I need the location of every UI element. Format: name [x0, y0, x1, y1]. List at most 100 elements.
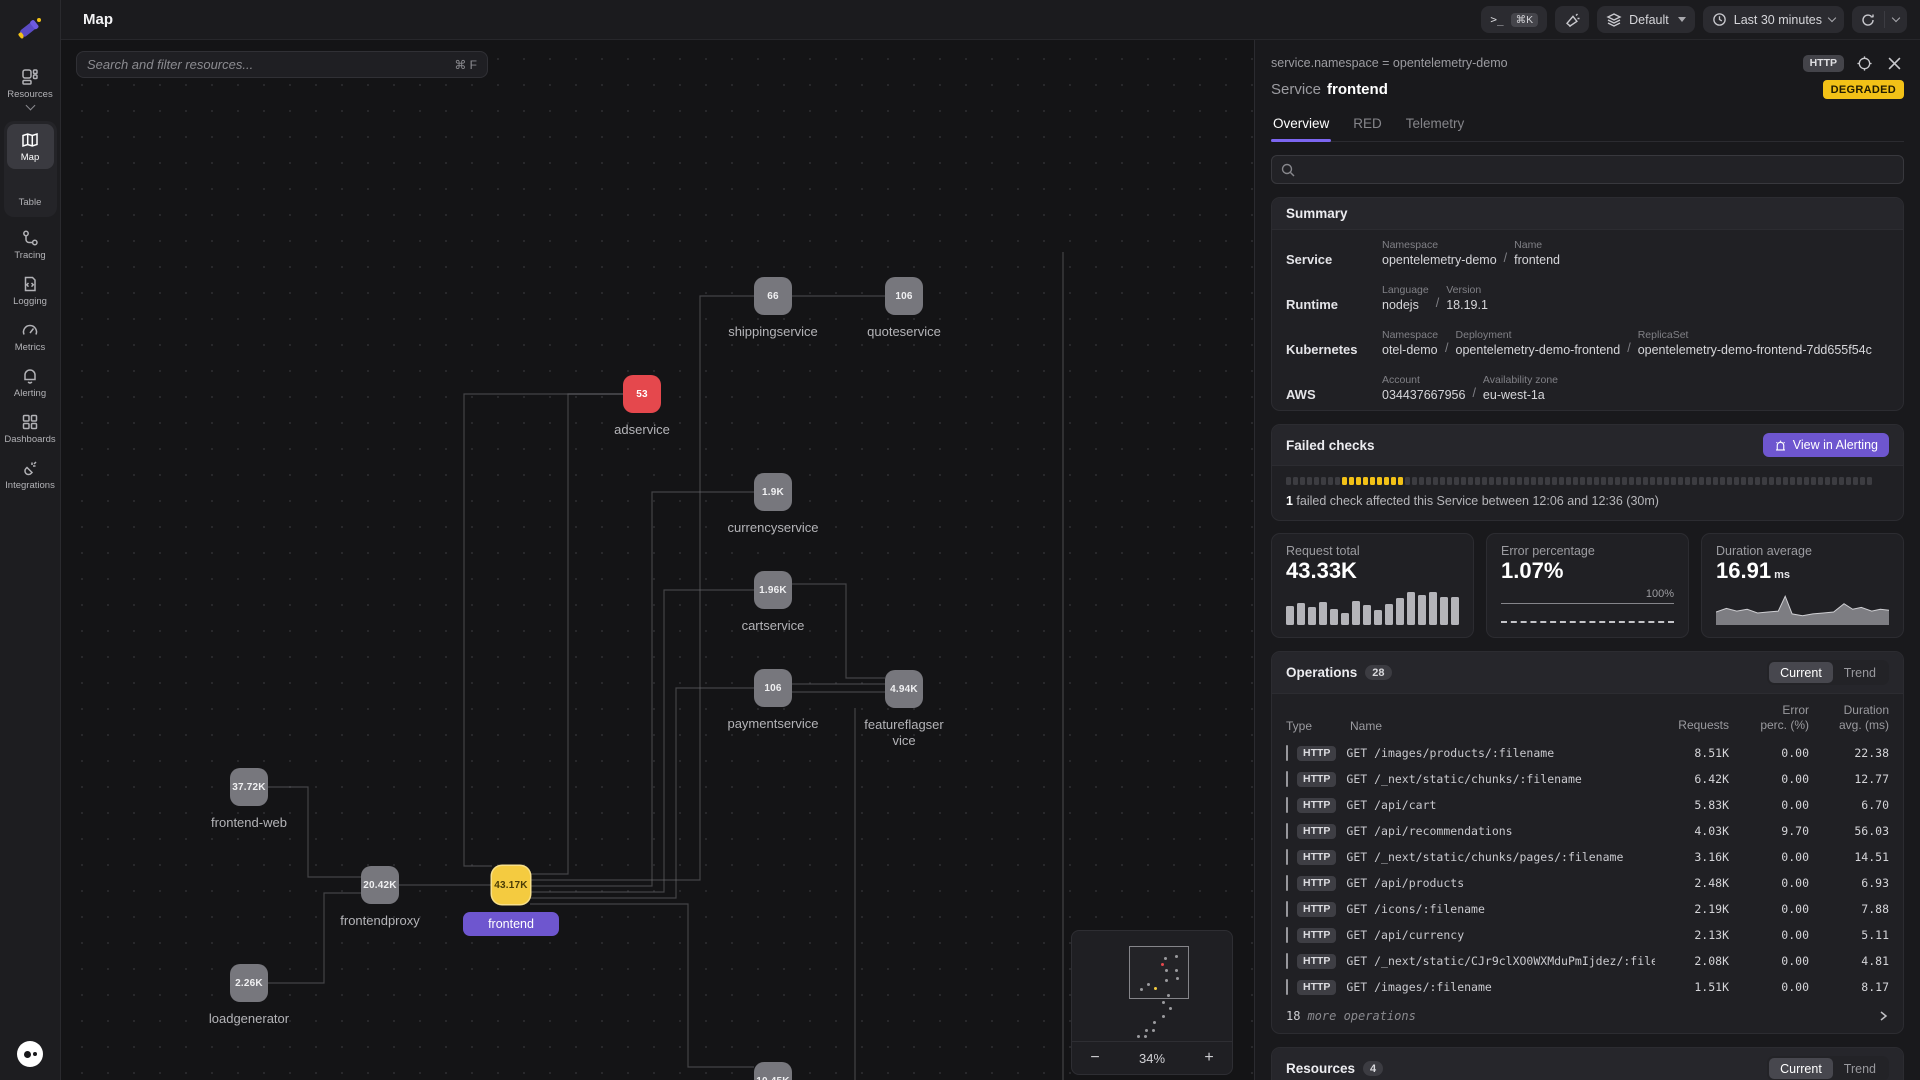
shortcut-badge: ⌘K [1511, 13, 1539, 27]
row-indicator [1286, 979, 1288, 995]
announce-button[interactable] [1555, 6, 1589, 33]
panel-tabs: Overview RED Telemetry [1271, 116, 1904, 142]
check-segment [1286, 477, 1291, 485]
request-total-chart [1286, 588, 1459, 625]
minimap-viewport[interactable] [1129, 946, 1189, 999]
operation-name: GET /_next/static/chunks/pages/:filename [1346, 850, 1655, 864]
check-segment [1741, 477, 1746, 485]
close-panel-button[interactable] [1884, 53, 1904, 73]
sidebar-item-table[interactable]: Table [7, 169, 54, 214]
tab-overview[interactable]: Overview [1273, 116, 1329, 141]
check-segment [1594, 477, 1599, 485]
check-segment [1328, 477, 1333, 485]
sidebar-item-tracing[interactable]: Tracing [0, 222, 60, 268]
summary-field: ReplicaSetopentelemetry-demo-frontend-7d… [1638, 329, 1872, 357]
operation-type-badge: HTTP [1297, 798, 1336, 813]
summary-card: Summary ServiceNamespaceopentelemetry-de… [1271, 197, 1904, 411]
operation-requests: 2.48K [1655, 876, 1729, 890]
minimap-node-dot [1140, 988, 1143, 991]
map-node-featureflagservice[interactable]: 4.94K [885, 670, 923, 708]
map-node-currencyservice[interactable]: 1.9K [754, 473, 792, 511]
map-search-input[interactable]: Search and filter resources... ⌘ F [76, 51, 488, 78]
operation-row[interactable]: HTTPGET /_next/static/chunks/pages/:file… [1272, 844, 1903, 870]
failed-checks-timeline[interactable] [1286, 477, 1889, 485]
failed-check-segment [1356, 477, 1361, 485]
layout-selector[interactable]: Default [1597, 6, 1695, 33]
minimap-node-dot [1165, 979, 1168, 982]
sidebar-item-integrations[interactable]: Integrations [0, 452, 60, 498]
panel-search-input[interactable] [1271, 155, 1904, 184]
map-node-quoteservice[interactable]: 106 [885, 277, 923, 315]
sidebar-item-resources[interactable]: Resources [0, 61, 60, 116]
map-node-cartservice[interactable]: 1.96K [754, 571, 792, 609]
operation-row[interactable]: HTTPGET /images/:filename1.51K0.008.17 [1272, 974, 1903, 1000]
command-palette-button[interactable]: >_ ⌘K [1481, 6, 1547, 33]
operation-row[interactable]: HTTPGET /api/products2.48K0.006.93 [1272, 870, 1903, 896]
view-in-alerting-button[interactable]: View in Alerting [1763, 433, 1889, 457]
zoom-in-button[interactable]: + [1201, 1049, 1217, 1067]
operation-row[interactable]: HTTPGET /api/cart5.83K0.006.70 [1272, 792, 1903, 818]
tab-red[interactable]: RED [1353, 116, 1382, 141]
protocol-badge: HTTP [1803, 55, 1844, 72]
resources-toggle-trend[interactable]: Trend [1833, 1058, 1887, 1079]
sidebar-item-logging[interactable]: Logging [0, 268, 60, 314]
operation-row[interactable]: HTTPGET /_next/static/CJr9clXO0WXMduPmIj… [1272, 948, 1903, 974]
sidebar-item-map[interactable]: Map [7, 124, 54, 169]
operation-row[interactable]: HTTPGET /api/currency2.13K0.005.11 [1272, 922, 1903, 948]
map-node-frontend-web[interactable]: 37.72K [230, 768, 268, 806]
map-node-paymentservice[interactable]: 106 [754, 669, 792, 707]
resources-toggle-current[interactable]: Current [1769, 1058, 1833, 1079]
focus-on-map-button[interactable] [1854, 53, 1874, 73]
service-map-canvas[interactable]: Search and filter resources... ⌘ F 66shi… [61, 40, 1254, 1080]
check-segment [1321, 477, 1326, 485]
operations-count-badge: 28 [1365, 665, 1391, 680]
sidebar-item-metrics[interactable]: Metrics [0, 314, 60, 360]
node-request-count: 10.45K [756, 1076, 789, 1080]
minimap-canvas[interactable] [1072, 931, 1232, 1041]
check-segment [1412, 477, 1417, 485]
row-indicator [1286, 953, 1288, 969]
tab-telemetry[interactable]: Telemetry [1406, 116, 1465, 141]
minimap-node-dot [1162, 1001, 1165, 1004]
failed-check-segment [1377, 477, 1382, 485]
minimap[interactable]: − 34% + [1071, 930, 1233, 1075]
sidebar-label-metrics: Metrics [15, 342, 46, 353]
sidebar-item-dashboards[interactable]: Dashboards [0, 406, 60, 452]
check-segment [1461, 477, 1466, 485]
map-node-loadgenerator[interactable]: 2.26K [230, 964, 268, 1002]
map-node-frontend[interactable]: 43.17K [492, 866, 530, 904]
app-logo[interactable] [11, 9, 49, 47]
operation-error-pct: 0.00 [1729, 746, 1809, 760]
check-segment [1531, 477, 1536, 485]
operations-toggle-trend[interactable]: Trend [1833, 662, 1887, 683]
operation-requests: 2.13K [1655, 928, 1729, 942]
operations-footer[interactable]: 18 more operations [1272, 1000, 1903, 1033]
selected-node-label-frontend[interactable]: frontend [463, 912, 559, 936]
node-request-count: 106 [895, 291, 912, 302]
check-segment [1706, 477, 1711, 485]
refresh-options-button[interactable] [1885, 6, 1907, 33]
user-avatar[interactable] [17, 1041, 43, 1067]
sidebar-label-map: Map [21, 152, 39, 163]
map-node-frontendproxy[interactable]: 20.42K [361, 866, 399, 904]
time-range-selector[interactable]: Last 30 minutes [1703, 6, 1844, 33]
refresh-button[interactable] [1852, 6, 1884, 33]
map-node-clipped-node[interactable]: 10.45K [754, 1062, 792, 1080]
close-icon [1888, 57, 1901, 70]
operation-row[interactable]: HTTPGET /_next/static/chunks/:filename6.… [1272, 766, 1903, 792]
map-node-adservice[interactable]: 53 [623, 375, 661, 413]
operation-row[interactable]: HTTPGET /icons/:filename2.19K0.007.88 [1272, 896, 1903, 922]
zoom-out-button[interactable]: − [1087, 1049, 1103, 1067]
operation-requests: 8.51K [1655, 746, 1729, 760]
summary-row-runtime: RuntimeLanguagenodejs/Version18.19.1 [1272, 275, 1903, 320]
operation-row[interactable]: HTTPGET /api/recommendations4.03K9.7056.… [1272, 818, 1903, 844]
map-node-shippingservice[interactable]: 66 [754, 277, 792, 315]
operation-row[interactable]: HTTPGET /images/products/:filename8.51K0… [1272, 740, 1903, 766]
operation-name: GET /images/:filename [1346, 980, 1655, 994]
operations-toggle-current[interactable]: Current [1769, 662, 1833, 683]
view-in-alerting-label: View in Alerting [1793, 438, 1878, 452]
sidebar-item-alerting[interactable]: Alerting [0, 360, 60, 406]
sidebar-label-logging: Logging [13, 296, 47, 307]
operation-duration: 12.77 [1809, 772, 1889, 786]
node-label-cartservice: cartservice [713, 618, 833, 634]
